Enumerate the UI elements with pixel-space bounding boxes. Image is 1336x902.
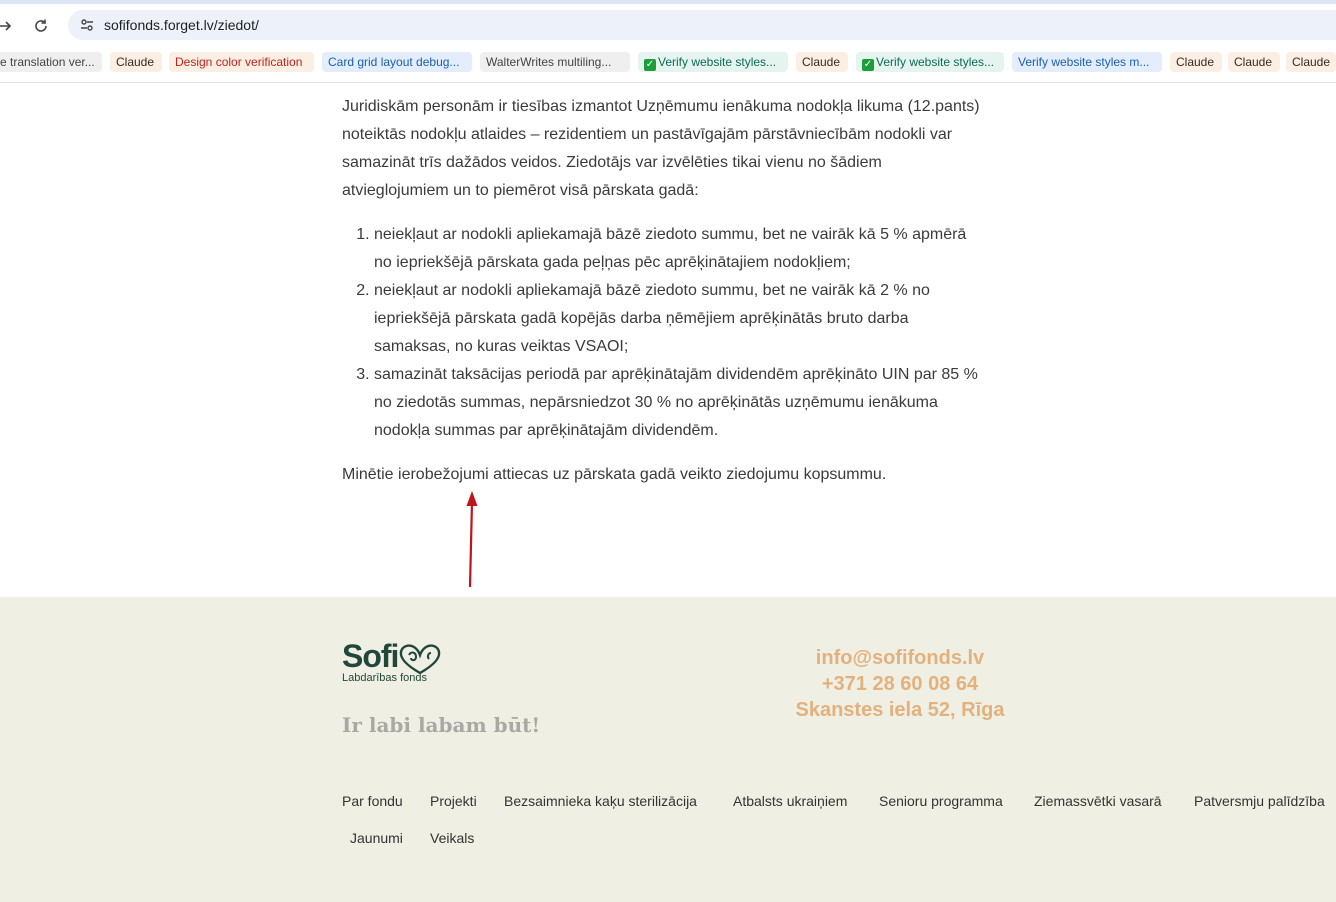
intro-paragraph: Juridiskām personām ir tiesības izmantot… [342,98,980,199]
contact-email[interactable]: info@sofifonds.lv [760,645,1040,671]
footer-link-veikals[interactable]: Veikals [430,830,474,846]
forward-arrow-icon[interactable] [0,15,16,37]
bookmarks-bar: e translation ver... Claude Design color… [0,46,1336,83]
url-text: sofifonds.forget.lv/ziedot/ [104,17,259,33]
list-item: samazināt taksācijas periodā par aprēķin… [374,361,982,445]
footer-link-senioru-programma[interactable]: Senioru programma [879,793,1003,809]
list-item: neiekļaut ar nodokli apliekamajā bāzē zi… [374,221,982,277]
logo-subtitle: Labdarības fonds [342,672,428,684]
bookmark-claude[interactable]: Claude [1286,52,1336,72]
article-content: Juridiskām personām ir tiesības izmantot… [342,93,982,489]
footer-tagline: Ir labi labam būt! [342,713,541,737]
footer-link-par-fondu[interactable]: Par fondu [342,793,403,809]
bookmark-verify-styles[interactable]: ✓ Verify website styles... [638,52,788,72]
footer-link-projekti[interactable]: Projekti [430,793,477,809]
bookmark-walterwrites[interactable]: WalterWrites multiling... [480,52,630,72]
contact-block: info@sofifonds.lv +371 28 60 08 64 Skans… [760,645,1040,723]
bookmark-verify-styles[interactable]: ✓ Verify website styles... [856,52,1004,72]
footer-link-atbalsts-ukrainiem[interactable]: Atbalsts ukraiņiem [733,793,847,809]
relief-list: neiekļaut ar nodokli apliekamajā bāzē zi… [342,221,982,445]
bookmark-claude[interactable]: Claude [1228,52,1280,72]
checkmark-icon: ✓ [644,59,656,71]
closing-paragraph: Minētie ierobežojumi attiecas uz pārskat… [342,466,887,483]
bookmark-verify-styles-m[interactable]: Verify website styles m... [1012,52,1162,72]
contact-address: Skanstes iela 52, Rīga [795,699,1005,721]
reload-icon[interactable] [30,15,52,37]
bookmark-claude[interactable]: Claude [796,52,848,72]
logo-wordmark: Sofi [342,638,399,674]
site-footer: Sofi Labdarības fonds Ir labi labam būt!… [0,597,1336,902]
annotation-arrow-icon [466,491,478,588]
contact-phone[interactable]: +371 28 60 08 64 [760,671,1040,697]
bookmark-design-color[interactable]: Design color verification [169,52,314,72]
footer-link-patversmju-palidziba[interactable]: Patversmju palīdzība [1194,793,1325,809]
footer-link-kaku-sterilizacija[interactable]: Bezsaimnieka kaķu sterilizācija [504,793,697,809]
footer-link-ziemassvetki[interactable]: Ziemassvētki vasarā [1034,793,1162,809]
address-bar[interactable]: sofifonds.forget.lv/ziedot/ [68,10,1336,40]
bookmark-claude[interactable]: Claude [110,52,162,72]
bookmark-claude[interactable]: Claude [1170,52,1222,72]
site-info-icon[interactable] [78,16,96,34]
bookmark-translation[interactable]: e translation ver... [0,52,102,72]
bookmark-card-grid[interactable]: Card grid layout debug... [322,52,472,72]
checkmark-icon: ✓ [862,59,874,71]
sofi-logo[interactable]: Sofi Labdarības fonds [342,638,452,690]
footer-link-jaunumi[interactable]: Jaunumi [350,830,403,846]
browser-toolbar: sofifonds.forget.lv/ziedot/ [0,4,1336,46]
list-item: neiekļaut ar nodokli apliekamajā bāzē zi… [374,277,982,361]
footer-menu: Par fondu Projekti Bezsaimnieka kaķu ste… [342,793,1336,867]
